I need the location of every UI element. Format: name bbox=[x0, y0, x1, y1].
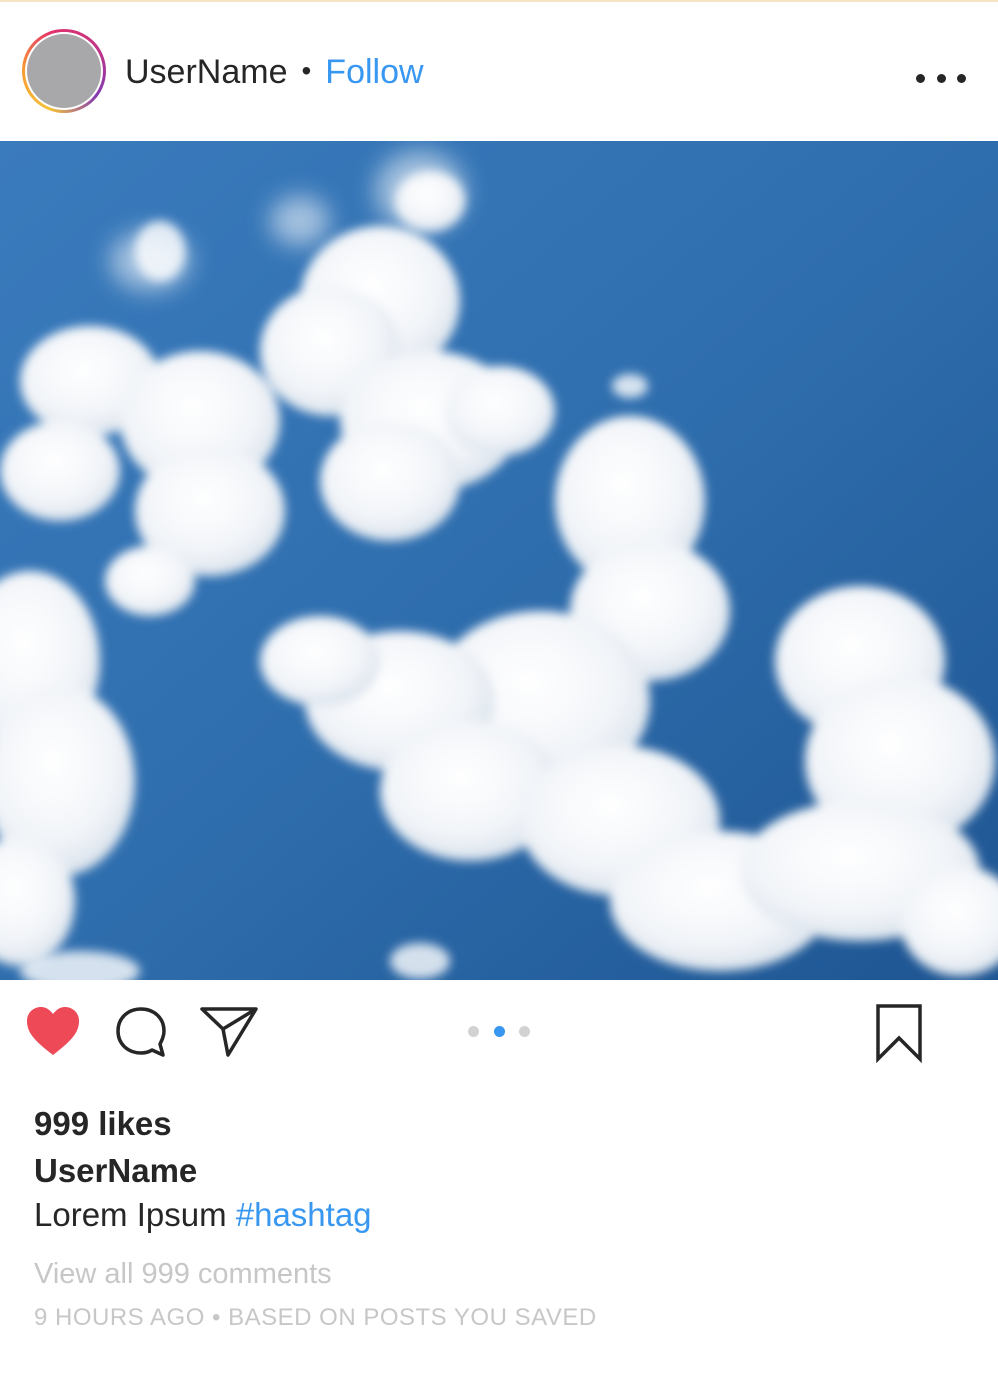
caption-username[interactable]: UserName bbox=[34, 1149, 197, 1193]
caption-text: Lorem Ipsum bbox=[34, 1196, 227, 1233]
post-meta: 9 HOURS AGO • BASED ON POSTS YOU SAVED bbox=[34, 1302, 597, 1334]
more-dot bbox=[916, 73, 925, 83]
carousel-dot-active bbox=[493, 1025, 505, 1037]
more-options-icon[interactable] bbox=[916, 66, 966, 90]
username-link[interactable]: UserName bbox=[125, 53, 287, 91]
more-dot bbox=[936, 73, 946, 83]
sky-clouds-photo bbox=[0, 141, 998, 980]
carousel-dot bbox=[468, 1025, 479, 1037]
paper-plane-icon[interactable] bbox=[198, 1003, 260, 1059]
action-bar bbox=[0, 981, 998, 1081]
context-label: BASED ON POSTS YOU SAVED bbox=[228, 1304, 597, 1331]
comment-icon[interactable] bbox=[114, 1005, 168, 1059]
follow-button[interactable]: Follow bbox=[325, 53, 423, 91]
post-image[interactable] bbox=[0, 141, 998, 980]
header-separator: • bbox=[301, 55, 312, 86]
heart-filled-icon[interactable] bbox=[25, 1005, 81, 1057]
carousel-indicator bbox=[468, 1025, 530, 1037]
post-header: UserName • Follow bbox=[0, 2, 998, 140]
meta-separator: • bbox=[212, 1304, 221, 1331]
like-count[interactable]: 999 likes bbox=[34, 1102, 172, 1146]
header-text: UserName • Follow bbox=[125, 50, 424, 96]
avatar[interactable] bbox=[27, 34, 101, 108]
hashtag-link[interactable]: #hashtag bbox=[236, 1196, 372, 1233]
caption: Lorem Ipsum #hashtag bbox=[34, 1193, 372, 1237]
bookmark-icon[interactable] bbox=[873, 1003, 925, 1063]
timestamp: 9 HOURS AGO bbox=[34, 1304, 205, 1331]
view-comments-link[interactable]: View all 999 comments bbox=[34, 1254, 332, 1294]
more-dot bbox=[957, 73, 966, 83]
carousel-dot bbox=[519, 1025, 530, 1037]
story-ring[interactable] bbox=[22, 29, 106, 113]
